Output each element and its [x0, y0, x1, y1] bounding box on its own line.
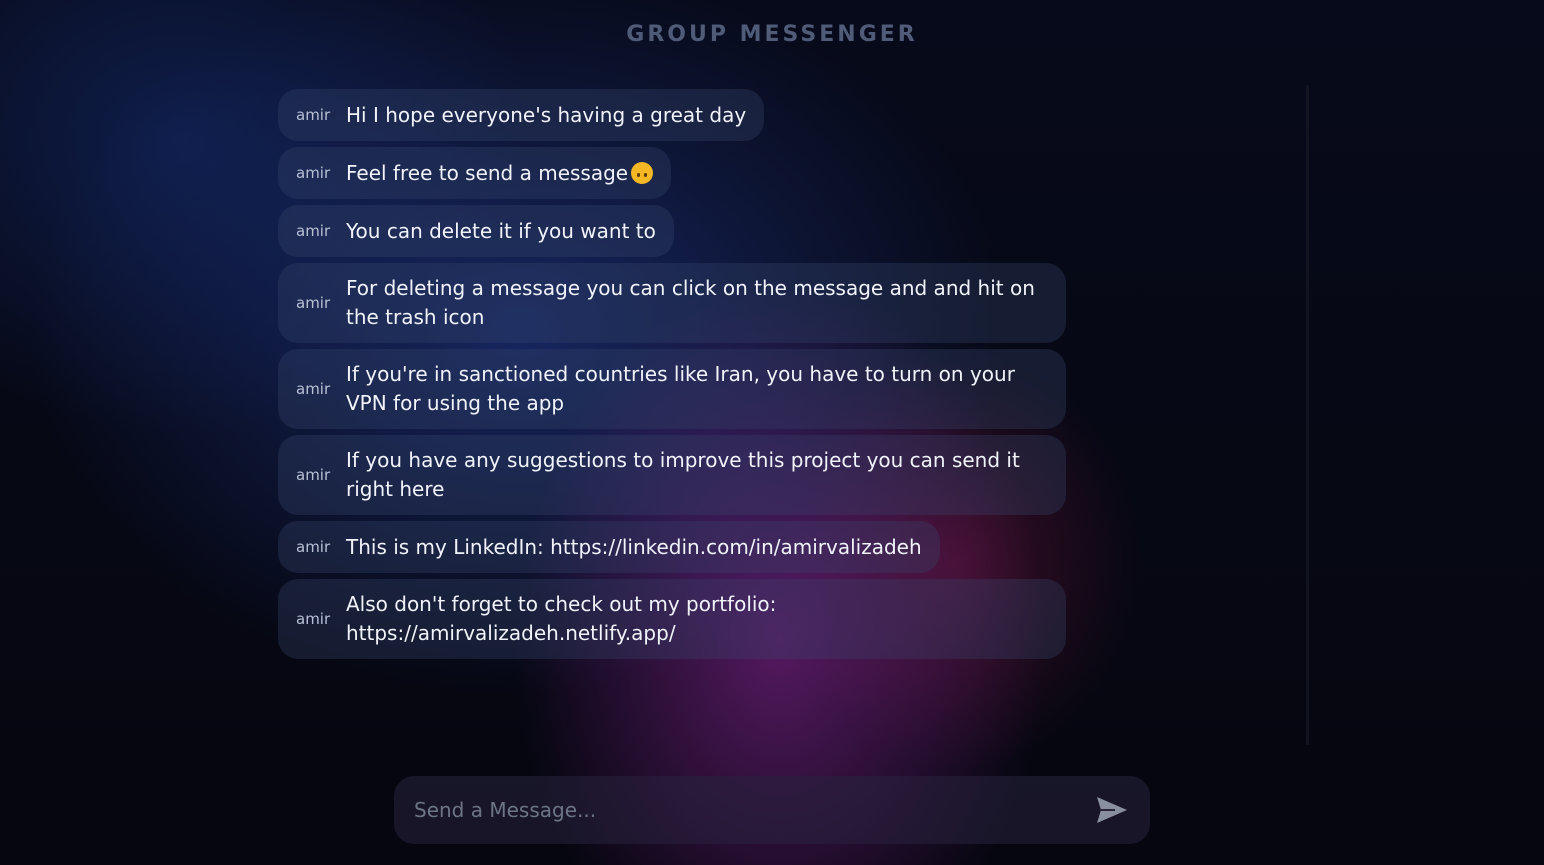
message-text: Feel free to send a message: [346, 159, 654, 188]
message-bubble[interactable]: amir This is my LinkedIn: https://linked…: [278, 521, 940, 573]
message-bubble[interactable]: amir Feel free to send a message: [278, 147, 672, 199]
page-title: GROUP MESSENGER: [626, 22, 918, 47]
message-sender: amir: [296, 294, 331, 312]
message-list: amir Hi I hope everyone's having a great…: [278, 89, 1066, 665]
scroll-divider: [1306, 85, 1309, 745]
message-bubble[interactable]: amir You can delete it if you want to: [278, 205, 674, 257]
message-text: For deleting a message you can click on …: [346, 276, 1035, 329]
message-sender: amir: [296, 222, 331, 240]
message-composer: [394, 776, 1150, 844]
message-bubble[interactable]: amir For deleting a message you can clic…: [278, 263, 1066, 343]
message-bubble[interactable]: amir Also don't forget to check out my p…: [278, 579, 1066, 659]
message-sender: amir: [296, 164, 331, 182]
message-text: You can delete it if you want to: [346, 218, 656, 243]
message-sender: amir: [296, 106, 331, 124]
message-text: This is my LinkedIn: https://linkedin.co…: [346, 534, 922, 559]
message-text: If you have any suggestions to improve t…: [346, 448, 1020, 501]
message-bubble[interactable]: amir If you're in sanctioned countries l…: [278, 349, 1066, 429]
message-input[interactable]: [412, 797, 1092, 823]
message-text: Also don't forget to check out my portfo…: [346, 592, 777, 645]
message-text: If you're in sanctioned countries like I…: [346, 362, 1015, 415]
message-sender: amir: [296, 610, 331, 628]
message-sender: amir: [296, 466, 331, 484]
send-button[interactable]: [1092, 790, 1132, 830]
message-sender: amir: [296, 380, 331, 398]
upside-down-face-emoji-icon: [631, 161, 654, 184]
message-bubble[interactable]: amir If you have any suggestions to impr…: [278, 435, 1066, 515]
message-bubble[interactable]: amir Hi I hope everyone's having a great…: [278, 89, 765, 141]
message-text: Hi I hope everyone's having a great day: [346, 102, 747, 127]
message-sender: amir: [296, 538, 331, 556]
send-icon: [1097, 797, 1127, 823]
